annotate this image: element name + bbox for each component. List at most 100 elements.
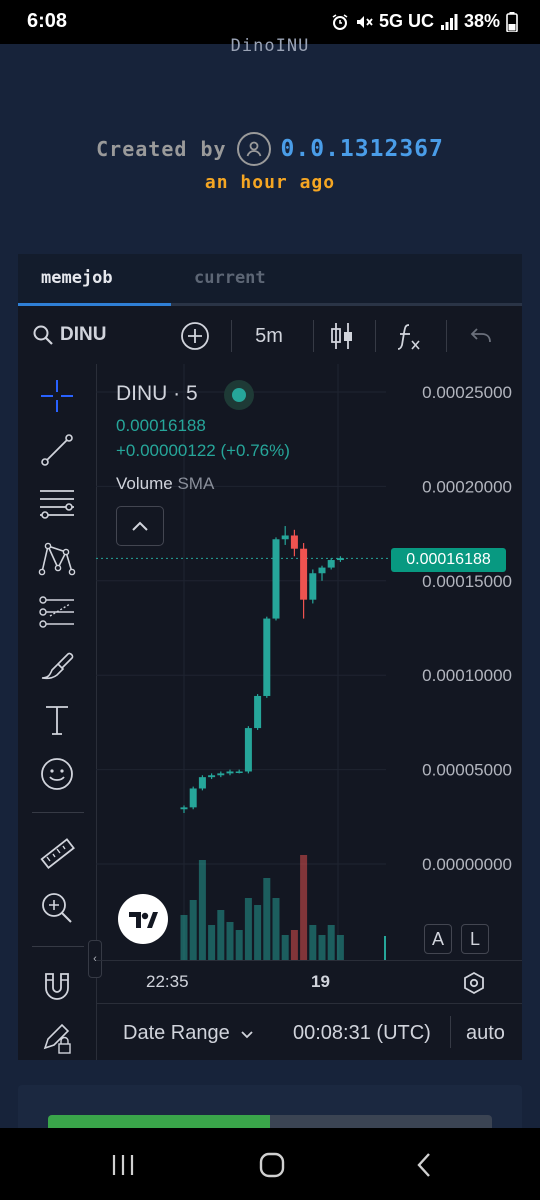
chart-bottom-bar: Date Range 00:08:31 (UTC) auto (18, 1002, 522, 1060)
candle-body (263, 618, 271, 696)
pattern-icon (38, 542, 76, 576)
time-axis: 22:35 19 (96, 960, 522, 1004)
tool-divider (32, 946, 84, 947)
auto-scale-toggle[interactable]: auto (466, 1022, 505, 1045)
compare-symbol-button[interactable] (179, 320, 211, 352)
candle-body (244, 728, 252, 772)
volume-bar (189, 900, 197, 960)
volume-bar (263, 878, 271, 960)
price-tick-label: 0.00000000 (422, 855, 512, 874)
home-icon (259, 1152, 285, 1178)
candle-body (208, 775, 216, 778)
tab-memejob[interactable]: memejob (41, 268, 113, 288)
sma-label: SMA (177, 474, 215, 493)
toolbar-divider (231, 320, 232, 352)
indicators-icon (397, 324, 420, 350)
chart-area: ‹ 0.00025000 0.00020000 0.00015000 0.000100… (18, 364, 522, 1060)
created-time: an hour ago (204, 172, 336, 193)
date-range-button[interactable]: Date Range (123, 1022, 253, 1045)
legend-price: 0.00016188 (116, 416, 206, 435)
trend-line-tool[interactable] (37, 430, 77, 470)
drawing-toolbar (18, 364, 97, 1060)
candle-body (226, 771, 234, 774)
battery-label: 38% (463, 11, 500, 31)
volume-bar (217, 910, 225, 960)
symbol-label: DINU (60, 324, 107, 345)
emoji-tool[interactable] (37, 754, 77, 794)
chart-toolbar: DINU 5m (18, 306, 522, 365)
settings-hexagon-icon (464, 971, 484, 995)
creator-id-link[interactable]: 0.0.1312367 (281, 136, 444, 162)
volume-bar (309, 925, 317, 960)
price-tick-label: 0.00020000 (422, 477, 512, 496)
prediction-tool[interactable] (37, 592, 77, 632)
interval-button[interactable]: 5m (246, 320, 292, 352)
chart-type-button[interactable] (326, 320, 358, 352)
bottom-divider (450, 1016, 451, 1048)
recent-apps-button[interactable] (103, 1148, 143, 1182)
undo-button[interactable] (465, 320, 497, 352)
volume-bar-live (384, 936, 386, 960)
signal-icon (440, 13, 458, 30)
toolbar-divider (446, 320, 447, 352)
pattern-tool[interactable] (37, 538, 77, 578)
status-time: 6:08 (27, 10, 68, 32)
candle-body (290, 535, 298, 549)
chart-settings-button[interactable] (460, 969, 488, 997)
utc-clock[interactable]: 00:08:31 (UTC) (293, 1022, 431, 1045)
fib-tool[interactable] (37, 484, 77, 524)
price-tick-label: 0.00025000 (422, 383, 512, 402)
candle-body (254, 695, 262, 729)
text-tool[interactable] (37, 700, 77, 740)
toolbar-divider (313, 320, 314, 352)
brush-tool[interactable] (37, 646, 77, 686)
back-icon (417, 1153, 430, 1177)
indicators-button[interactable] (393, 320, 427, 352)
add-symbol-icon (181, 322, 209, 350)
volume-bar (208, 925, 216, 960)
zoom-tool[interactable] (37, 888, 77, 928)
candle-body (217, 773, 225, 776)
volume-bar (300, 855, 308, 960)
creator-avatar-icon[interactable] (236, 132, 271, 166)
symbol-search-button[interactable]: DINU (32, 320, 106, 350)
candle-body (318, 567, 326, 574)
network-label: 5G UC (378, 11, 434, 31)
volume-bar (244, 898, 252, 960)
measure-tool[interactable] (37, 834, 77, 874)
magnet-tool[interactable] (37, 966, 77, 1006)
battery-icon (506, 11, 518, 32)
volume-bar (226, 922, 234, 960)
volume-bar (327, 925, 335, 960)
zoom-icon (42, 893, 72, 923)
volume-bar (290, 930, 298, 960)
crosshair-tool[interactable] (37, 376, 77, 416)
candle-body (198, 777, 206, 789)
back-button[interactable] (404, 1148, 444, 1182)
mute-icon (356, 15, 373, 28)
volume-bar (272, 898, 280, 960)
legend-collapse-button[interactable] (116, 506, 164, 546)
fib-icon (40, 490, 74, 519)
candle-body (300, 548, 308, 600)
date-range-label: Date Range (123, 1022, 230, 1044)
tradingview-logo[interactable] (118, 894, 168, 944)
brush-icon (41, 652, 74, 680)
volume-legend: Volume SMA (116, 474, 214, 494)
trend-line-icon (41, 434, 73, 466)
market-status-dot (224, 380, 254, 410)
alarm-icon (332, 13, 348, 30)
toolbar-divider (375, 320, 376, 352)
legend-symbol: DINU · 5 (116, 382, 198, 405)
candle-body (189, 788, 197, 808)
candle-body (180, 807, 188, 810)
chart-legend: DINU · 5 (116, 382, 198, 406)
tab-current[interactable]: current (194, 268, 266, 288)
legend-change: +0.00000122 (+0.76%) (116, 441, 290, 460)
log-scale-button[interactable]: L (461, 924, 489, 954)
home-button[interactable] (252, 1148, 292, 1182)
volume-bar (254, 905, 262, 960)
auto-scale-button[interactable]: A (424, 924, 452, 954)
chevron-down-icon (241, 1031, 253, 1039)
volume-label: Volume (116, 474, 173, 493)
